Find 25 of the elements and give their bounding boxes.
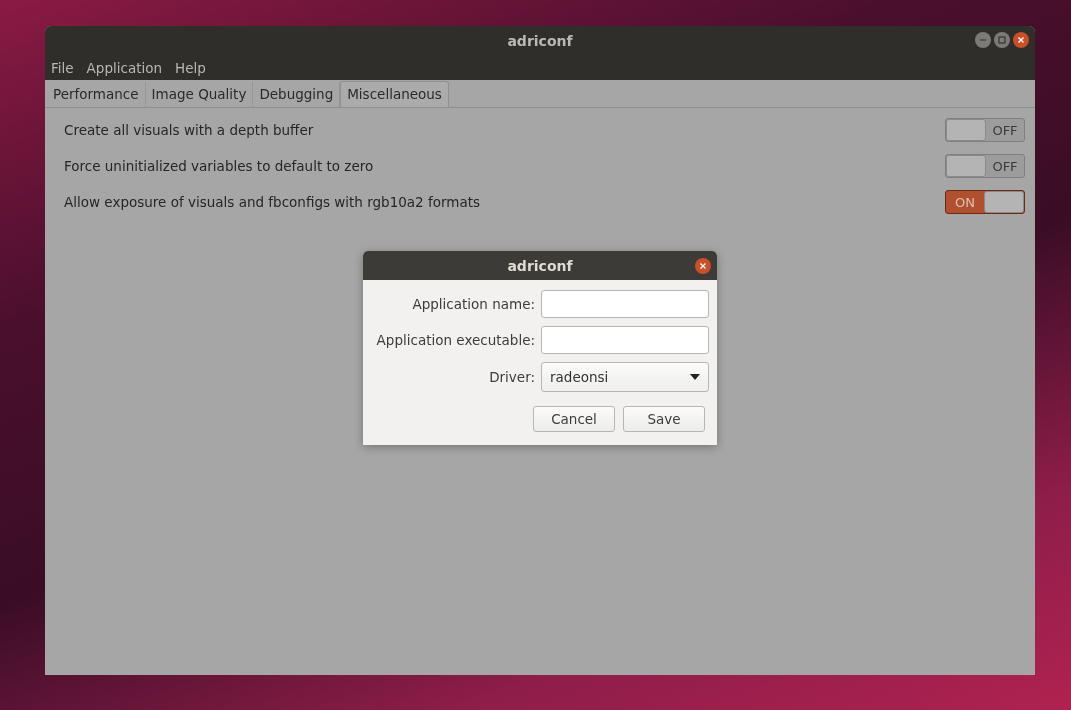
close-icon[interactable] (1013, 32, 1029, 48)
field-label: Application name: (411, 296, 535, 312)
caret-icon (690, 374, 700, 380)
minimize-icon[interactable] (975, 32, 991, 48)
toggle-switch[interactable]: OFF (945, 154, 1025, 178)
toggle-switch[interactable]: OFF (945, 118, 1025, 142)
window-title: adriconf (507, 32, 573, 49)
dialog-button[interactable]: Save (623, 406, 705, 432)
option-label: Allow exposure of visuals and fbconfigs with rgb10a2 formats (64, 194, 481, 210)
option-label: Force uninitialized variables to default to zero (64, 158, 374, 174)
input-field[interactable] (541, 290, 709, 318)
field-label: Application executable: (375, 332, 535, 348)
dialog-button[interactable]: Cancel (533, 406, 615, 432)
tab[interactable]: Performance (47, 82, 146, 107)
field-label: Driver: (488, 369, 535, 385)
tab[interactable]: Image Quality (145, 82, 254, 107)
dropdown[interactable]: radeonsi (541, 362, 709, 392)
menu-item[interactable]: File (51, 59, 74, 76)
menu-item[interactable]: Application (86, 59, 163, 76)
menu-item[interactable]: Help (175, 59, 206, 76)
input-field[interactable] (541, 326, 709, 354)
tab[interactable]: Miscellaneous (340, 81, 449, 107)
option-label: Create all visuals with a depth buffer (64, 122, 314, 138)
close-icon[interactable] (695, 258, 711, 274)
dialog-title: adriconf (507, 257, 573, 274)
